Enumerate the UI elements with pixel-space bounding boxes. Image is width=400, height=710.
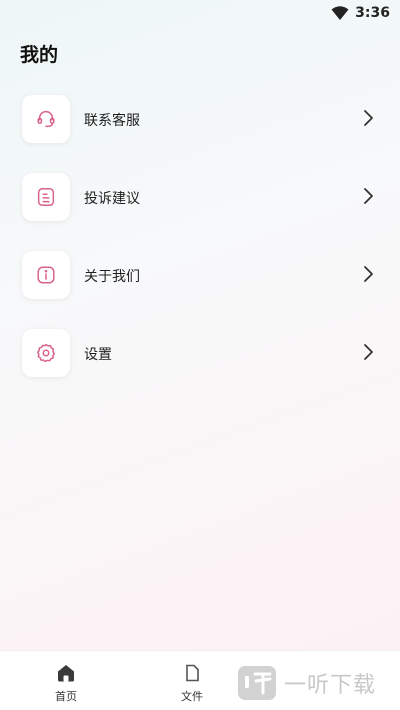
icon-box xyxy=(22,251,70,299)
icon-box xyxy=(22,329,70,377)
status-time: 3:36 xyxy=(355,5,390,21)
chevron-right-icon xyxy=(364,344,373,360)
nav-label-home: 首页 xyxy=(55,690,77,703)
chevron-right-icon xyxy=(364,110,373,126)
document-icon xyxy=(37,188,55,206)
menu-item-feedback[interactable]: 投诉建议 xyxy=(0,170,400,248)
icon-box xyxy=(22,173,70,221)
chevron-right-icon xyxy=(364,188,373,204)
page-title: 我的 xyxy=(20,44,59,66)
gear-icon xyxy=(37,343,55,363)
nav-label-file: 文件 xyxy=(181,690,203,703)
headset-icon xyxy=(37,110,55,128)
home-icon xyxy=(58,665,74,682)
menu-label-feedback: 投诉建议 xyxy=(84,191,140,207)
menu-label-settings: 设置 xyxy=(84,347,112,363)
menu-label-about-us: 关于我们 xyxy=(84,269,140,285)
wifi-icon xyxy=(331,6,349,20)
menu-item-settings[interactable]: 设置 xyxy=(0,326,400,404)
nav-item-home[interactable]: 首页 xyxy=(36,663,96,704)
status-bar: 3:36 xyxy=(0,0,400,26)
nav-item-file[interactable]: 文件 xyxy=(162,663,222,704)
chevron-right-icon xyxy=(364,266,373,282)
menu-item-contact-service[interactable]: 联系客服 xyxy=(0,92,400,170)
menu-item-about-us[interactable]: 关于我们 xyxy=(0,248,400,326)
watermark-logo-icon xyxy=(238,666,276,700)
file-icon xyxy=(186,664,199,682)
watermark: 一听下载 xyxy=(236,660,396,706)
info-icon xyxy=(37,266,55,284)
menu-label-contact-service: 联系客服 xyxy=(84,113,140,129)
menu-list: 联系客服 投诉建议 关于我们 设置 xyxy=(0,92,400,404)
watermark-text: 一听下载 xyxy=(284,673,377,698)
icon-box xyxy=(22,95,70,143)
